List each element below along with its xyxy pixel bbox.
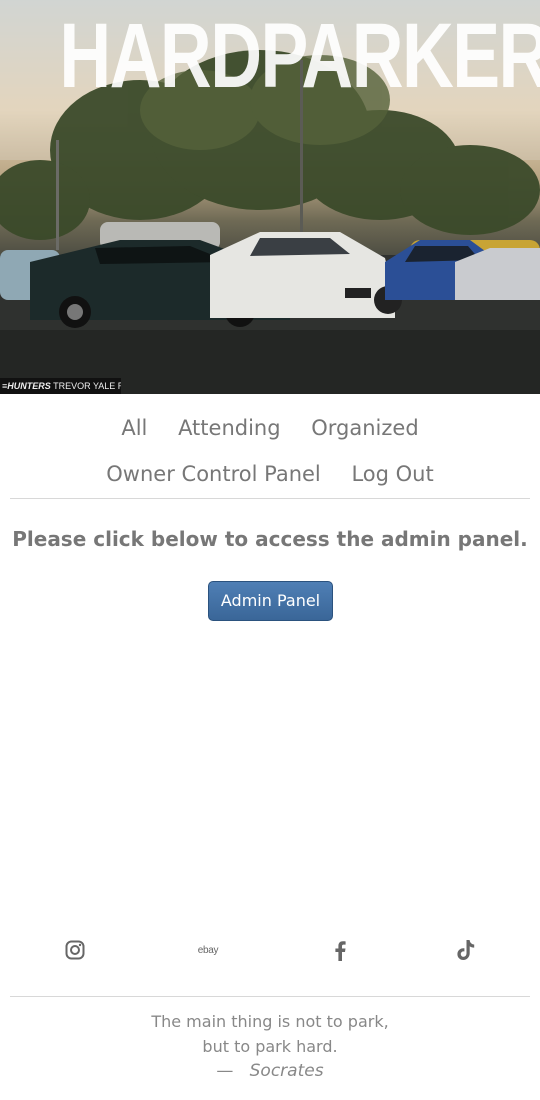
- nav-divider: [10, 498, 530, 499]
- quote-line-1: The main thing is not to park,: [151, 1012, 389, 1031]
- facebook-link[interactable]: [320, 936, 360, 964]
- quote-line-2: but to park hard.: [202, 1037, 338, 1056]
- tiktok-icon: [457, 940, 475, 960]
- ebay-icon: ebay: [197, 944, 219, 956]
- nav-attending[interactable]: Attending: [178, 416, 281, 440]
- site-title: HARDPARKERS: [59, 5, 540, 107]
- admin-message: Please click below to access the admin p…: [12, 527, 528, 551]
- facebook-icon: [335, 940, 346, 961]
- nav-all[interactable]: All: [121, 416, 147, 440]
- photo-credit-brand: ≡HUNTERS: [2, 381, 51, 391]
- instagram-link[interactable]: [55, 936, 95, 964]
- nav-organized[interactable]: Organized: [311, 416, 418, 440]
- nav-log-out[interactable]: Log Out: [351, 462, 433, 486]
- footer-divider: [10, 996, 530, 997]
- quote-attribution: — Socrates: [0, 1061, 540, 1081]
- nav-row-primary: All Attending Organized: [0, 416, 540, 440]
- photo-credit: ≡HUNTERS TREVOR YALE RYAN: [0, 378, 121, 394]
- hero-banner: HARDPARKERS ≡HUNTERS TREVOR YALE RYAN: [0, 0, 540, 394]
- quote-dash: —: [216, 1061, 234, 1081]
- quote-author: Socrates: [249, 1061, 324, 1081]
- admin-panel-button[interactable]: Admin Panel: [208, 581, 333, 621]
- photo-credit-name: TREVOR YALE RYAN: [53, 381, 121, 391]
- ebay-link[interactable]: ebay: [188, 936, 228, 964]
- tiktok-link[interactable]: [446, 936, 486, 964]
- nav-row-secondary: Owner Control Panel Log Out: [0, 462, 540, 486]
- instagram-icon: [65, 940, 85, 960]
- nav-owner-control-panel[interactable]: Owner Control Panel: [106, 462, 320, 486]
